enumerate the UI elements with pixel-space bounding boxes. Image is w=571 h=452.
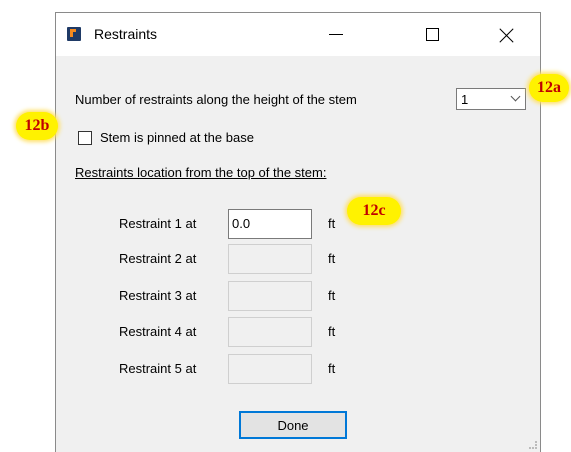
restraint-3-input[interactable] (228, 281, 312, 311)
restraint-1-unit: ft (328, 216, 336, 231)
app-icon (67, 27, 81, 41)
restraint-2-input[interactable] (228, 244, 312, 274)
restraint-1-label: Restraint 1 at (119, 216, 197, 231)
callout-12b: 12b (16, 112, 58, 140)
maximize-icon (425, 28, 439, 41)
restraints-count-label: Number of restraints along the height of… (75, 92, 357, 107)
restraint-5-unit: ft (328, 361, 336, 376)
restraint-4-input[interactable] (228, 317, 312, 347)
chevron-down-icon (510, 91, 521, 102)
restraint-2-label: Restraint 2 at (119, 251, 197, 266)
minimize-button[interactable] (313, 13, 359, 56)
pinned-checkbox[interactable] (78, 131, 92, 145)
close-icon (500, 28, 514, 42)
pinned-label[interactable]: Stem is pinned at the base (100, 130, 254, 145)
maximize-button[interactable] (409, 13, 455, 56)
restraint-4-unit: ft (328, 324, 336, 339)
window-title: Restraints (94, 26, 158, 42)
title-bar[interactable]: Restraints (56, 13, 540, 56)
resize-grip-icon[interactable] (529, 441, 537, 449)
restraint-4-label: Restraint 4 at (119, 324, 197, 339)
restraint-1-value: 0.0 (232, 216, 251, 231)
restraint-1-input[interactable]: 0.0 (228, 209, 312, 239)
close-button[interactable] (484, 13, 530, 56)
restraint-3-label: Restraint 3 at (119, 288, 197, 303)
restraint-2-unit: ft (328, 251, 336, 266)
restraints-count-select[interactable]: 1 (456, 88, 526, 110)
callout-12a: 12a (529, 74, 569, 102)
restraint-5-input[interactable] (228, 354, 312, 384)
minimize-icon (329, 34, 343, 35)
restraint-5-label: Restraint 5 at (119, 361, 197, 376)
done-button[interactable]: Done (239, 411, 347, 439)
section-heading: Restraints location from the top of the … (75, 165, 327, 180)
callout-12c: 12c (347, 197, 401, 225)
restraint-3-unit: ft (328, 288, 336, 303)
restraints-count-value: 1 (461, 92, 469, 107)
restraints-dialog: Restraints Number of restraints along th… (55, 12, 541, 452)
